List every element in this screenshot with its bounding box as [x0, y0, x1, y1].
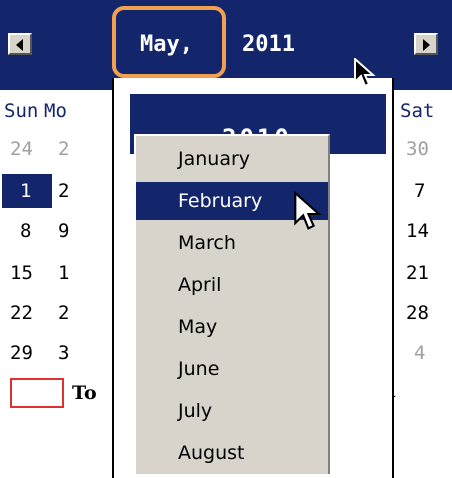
day-cell[interactable]: 9: [58, 220, 69, 242]
weekday-sun: Sun: [4, 100, 39, 122]
mouse-cursor-icon: [294, 190, 322, 230]
month-option-july[interactable]: July: [136, 392, 328, 430]
mouse-cursor-icon: [354, 58, 376, 88]
weekday-sat: Sat: [400, 100, 435, 122]
day-cell[interactable]: 3: [58, 342, 69, 364]
left-arrow-icon: [16, 39, 23, 51]
day-cell[interactable]: 28: [406, 302, 429, 324]
year-title[interactable]: 2011: [242, 32, 295, 57]
month-option-april[interactable]: April: [136, 266, 328, 304]
right-arrow-icon: [423, 39, 430, 51]
day-cell[interactable]: 2: [58, 302, 69, 324]
day-cell[interactable]: 1: [20, 180, 31, 202]
day-cell[interactable]: 24: [10, 138, 33, 160]
weekday-mo: Mo: [44, 100, 67, 122]
day-cell[interactable]: 1: [58, 262, 69, 284]
month-highlight-box: [112, 6, 226, 78]
month-option-may[interactable]: May: [136, 308, 328, 346]
next-month-button[interactable]: [414, 33, 438, 55]
day-cell[interactable]: 2: [58, 138, 69, 160]
day-cell[interactable]: 15: [10, 262, 33, 284]
day-cell[interactable]: 30: [406, 138, 429, 160]
today-link[interactable]: To: [72, 382, 97, 404]
day-cell[interactable]: 4: [414, 342, 425, 364]
month-list: January February March April May June Ju…: [134, 134, 330, 474]
prev-month-button[interactable]: [8, 33, 32, 55]
day-cell[interactable]: 21: [406, 262, 429, 284]
month-option-january[interactable]: January: [136, 140, 328, 178]
day-cell[interactable]: 29: [10, 342, 33, 364]
day-cell[interactable]: 14: [406, 220, 429, 242]
month-option-june[interactable]: June: [136, 350, 328, 388]
day-cell[interactable]: 7: [414, 180, 425, 202]
day-cell[interactable]: 2: [58, 180, 69, 202]
calendar-header: [0, 0, 452, 90]
day-cell[interactable]: 8: [20, 220, 31, 242]
day-cell[interactable]: 22: [10, 302, 33, 324]
today-marker: [10, 378, 64, 408]
month-option-august[interactable]: August: [136, 434, 328, 472]
